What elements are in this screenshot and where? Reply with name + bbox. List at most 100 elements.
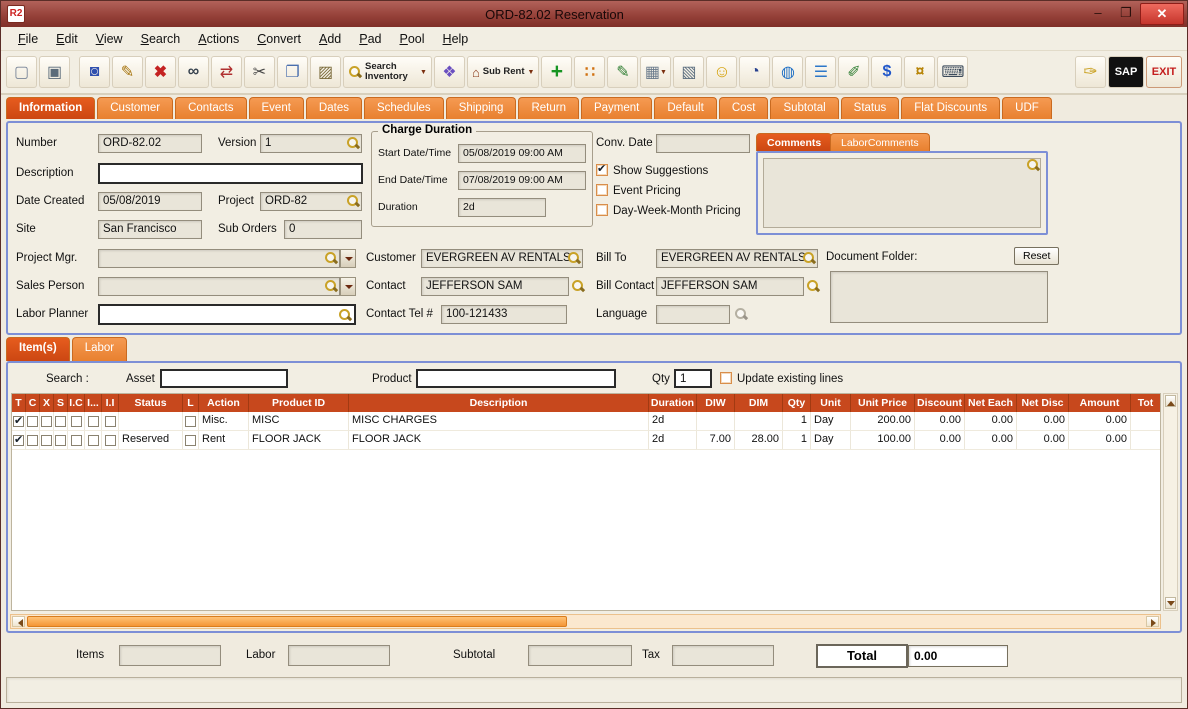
toolbar-print-document[interactable]: ▧: [673, 56, 704, 88]
tab-udf[interactable]: UDF: [1002, 97, 1052, 119]
col-net-each[interactable]: Net Each: [965, 394, 1017, 412]
tab-labor-comments[interactable]: LaborComments: [830, 133, 930, 151]
toolbar-notes[interactable]: ✎: [607, 56, 638, 88]
col-unit-price[interactable]: Unit Price: [851, 394, 915, 412]
product-input[interactable]: [416, 369, 616, 388]
tab-contacts[interactable]: Contacts: [175, 97, 246, 119]
col-unit[interactable]: Unit: [811, 394, 851, 412]
toolbar-building[interactable]: ▦▼: [640, 56, 671, 88]
menu-pad[interactable]: Pad: [350, 30, 390, 48]
menu-add[interactable]: Add: [310, 30, 350, 48]
tab-event[interactable]: Event: [249, 97, 304, 119]
project-search-icon[interactable]: [346, 194, 360, 208]
language-field[interactable]: [656, 305, 730, 324]
toolbar-copy[interactable]: ❐: [277, 56, 308, 88]
col-x[interactable]: X: [40, 394, 54, 412]
menu-file[interactable]: File: [9, 30, 47, 48]
toolbar-computer-export[interactable]: ⌨: [937, 56, 968, 88]
comments-search-icon[interactable]: [1026, 158, 1040, 172]
scroll-down-button[interactable]: [1165, 597, 1176, 609]
toolbar-globe[interactable]: ◍: [772, 56, 803, 88]
scroll-right-button[interactable]: [1146, 616, 1159, 627]
scroll-left-button[interactable]: [12, 616, 25, 627]
menu-pool[interactable]: Pool: [391, 30, 434, 48]
tab-payment[interactable]: Payment: [581, 97, 652, 119]
horizontal-scrollbar[interactable]: [10, 614, 1161, 629]
customer-search-icon[interactable]: [567, 251, 581, 265]
toolbar-find[interactable]: ∞: [178, 56, 209, 88]
tab-items[interactable]: Item(s): [6, 337, 70, 361]
toolbar-dollar-exchange[interactable]: $: [871, 56, 902, 88]
row-s-checkbox[interactable]: [55, 435, 66, 446]
comments-text-area[interactable]: [763, 158, 1041, 228]
tab-return[interactable]: Return: [518, 97, 579, 119]
col-t[interactable]: T: [12, 394, 26, 412]
row-t-checkbox[interactable]: [13, 435, 24, 446]
toolbar-search-inventory[interactable]: Search Inventory ▼: [343, 56, 432, 88]
menu-edit[interactable]: Edit: [47, 30, 87, 48]
col-net-disc[interactable]: Net Disc: [1017, 394, 1069, 412]
end-datetime-field[interactable]: 07/08/2019 09:00 AM: [458, 171, 586, 190]
col-action[interactable]: Action: [199, 394, 249, 412]
toolbar-transfer[interactable]: ⇄: [211, 56, 242, 88]
bill-contact-field[interactable]: JEFFERSON SAM: [656, 277, 804, 296]
toolbar-exit-button[interactable]: EXIT: [1146, 56, 1182, 88]
toolbar-options[interactable]: ∷: [574, 56, 605, 88]
dwm-pricing-checkbox[interactable]: [596, 204, 608, 216]
toolbar-paintbrush[interactable]: ✑: [1075, 56, 1106, 88]
contact-tel-field[interactable]: 100-121433: [441, 305, 567, 324]
scroll-up-button[interactable]: [1165, 395, 1176, 407]
sub-orders-field[interactable]: 0: [284, 220, 362, 239]
col-ii[interactable]: I.I: [102, 394, 119, 412]
col-tot[interactable]: Tot: [1131, 394, 1160, 412]
project-mgr-dropdown[interactable]: [340, 249, 356, 268]
tab-schedules[interactable]: Schedules: [364, 97, 444, 119]
tab-comments[interactable]: Comments: [756, 133, 832, 151]
row-ii-checkbox[interactable]: [105, 416, 116, 427]
asset-input[interactable]: [160, 369, 288, 388]
toolbar-smiley[interactable]: ☺: [706, 56, 737, 88]
contact-field[interactable]: JEFFERSON SAM: [421, 277, 569, 296]
tab-labor[interactable]: Labor: [72, 337, 127, 361]
row-i2-checkbox[interactable]: [88, 435, 99, 446]
description-field[interactable]: [98, 163, 363, 184]
menu-help[interactable]: Help: [434, 30, 478, 48]
bill-contact-search-icon[interactable]: [806, 279, 820, 293]
tab-subtotal[interactable]: Subtotal: [770, 97, 838, 119]
menu-actions[interactable]: Actions: [189, 30, 248, 48]
col-description[interactable]: Description: [349, 394, 649, 412]
menu-view[interactable]: View: [87, 30, 132, 48]
table-row[interactable]: Misc. MISC MISC CHARGES 2d 1 Day 200.00 …: [12, 412, 1160, 431]
toolbar-paste[interactable]: ▨: [310, 56, 341, 88]
language-search-icon[interactable]: [734, 307, 748, 321]
col-amount[interactable]: Amount: [1069, 394, 1131, 412]
project-mgr-search-icon[interactable]: [324, 251, 338, 265]
col-discount[interactable]: Discount: [915, 394, 965, 412]
bill-to-search-icon[interactable]: [802, 251, 816, 265]
contact-search-icon[interactable]: [571, 279, 585, 293]
number-field[interactable]: ORD-82.02: [98, 134, 202, 153]
maximize-button[interactable]: ❐: [1112, 4, 1140, 24]
col-qty[interactable]: Qty: [783, 394, 811, 412]
table-row[interactable]: Reserved Rent FLOOR JACK FLOOR JACK 2d 7…: [12, 431, 1160, 450]
col-diw[interactable]: DIW: [697, 394, 735, 412]
qty-input[interactable]: 1: [674, 369, 712, 388]
toolbar-worksheet[interactable]: ✐: [838, 56, 869, 88]
col-status[interactable]: Status: [119, 394, 183, 412]
toolbar-sub-rent[interactable]: ⌂ Sub Rent ▼: [467, 56, 540, 88]
bill-to-field[interactable]: EVERGREEN AV RENTALS: [656, 249, 818, 268]
col-ic[interactable]: I.C: [68, 394, 85, 412]
toolbar-shapes[interactable]: ❖: [434, 56, 465, 88]
toolbar-print[interactable]: ▣: [39, 56, 70, 88]
row-s-checkbox[interactable]: [55, 416, 66, 427]
update-existing-lines-checkbox[interactable]: [720, 372, 732, 384]
start-datetime-field[interactable]: 05/08/2019 09:00 AM: [458, 144, 586, 163]
duration-field[interactable]: 2d: [458, 198, 546, 217]
row-x-checkbox[interactable]: [41, 416, 52, 427]
toolbar-cut[interactable]: ✂: [244, 56, 275, 88]
toolbar-new-document[interactable]: ▢: [6, 56, 37, 88]
toolbar-edit[interactable]: ✎: [112, 56, 143, 88]
toolbar-money[interactable]: ¤: [904, 56, 935, 88]
tab-dates[interactable]: Dates: [306, 97, 362, 119]
labor-planner-field[interactable]: [98, 304, 356, 325]
